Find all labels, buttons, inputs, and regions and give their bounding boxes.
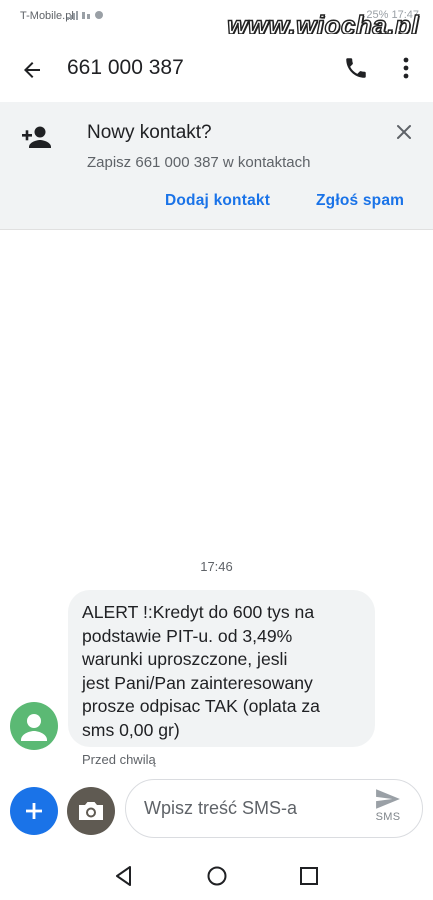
message-line: ALERT !:Kredyt do 600 tys na [82,602,315,622]
close-icon [397,125,411,139]
message-line: podstawie PIT-u. od 3,49% [82,625,293,646]
sender-avatar[interactable] [10,702,58,750]
person-icon [21,714,47,741]
back-button[interactable] [16,54,48,86]
send-icon [376,789,400,809]
banner-title: Nowy kontakt? [87,122,212,143]
more-vertical-icon [403,57,409,79]
nav-back-icon[interactable] [112,864,136,888]
more-options-button[interactable] [392,52,420,84]
person-add-icon [22,126,51,148]
message-input[interactable] [144,780,354,837]
system-nav-bar [0,850,433,900]
message-line: warunki uproszczone, jesli [82,649,288,669]
new-contact-banner: Nowy kontakt? Zapisz 661 000 387 w konta… [0,102,433,230]
camera-button[interactable] [67,787,115,835]
send-sms-button[interactable]: SMS [366,788,410,832]
signal-icon [67,11,103,20]
add-contact-button[interactable]: Dodaj kontakt [165,192,270,210]
nav-home-icon[interactable] [205,864,229,888]
compose-box: SMS [125,779,423,838]
message-status: Przed chwilą [82,752,156,767]
plus-icon [26,803,42,819]
phone-icon [346,58,366,78]
add-attachment-button[interactable] [10,787,58,835]
status-bar: T-Mobile.pl 25% 17:47 www.wiocha.pl [0,0,433,41]
message-bubble[interactable]: ALERT !:Kredyt do 600 tys na podstawie P… [68,590,375,747]
message-line: prosze odpisac TAK (oplata za [82,696,320,716]
camera-icon [79,802,103,820]
message-timestamp: 17:46 [200,559,233,574]
message-line: sms 0,00 gr) [82,719,180,740]
close-banner-button[interactable] [392,120,416,144]
message-line: jest Pani/Pan zainteresowany [82,672,313,693]
call-button[interactable] [340,52,372,84]
status-notification-icons [66,9,106,24]
send-label: SMS [375,811,401,823]
arrow-left-icon [24,62,40,78]
report-spam-button[interactable]: Zgłoś spam [316,192,404,210]
app-bar: 661 000 387 [0,34,433,102]
banner-subtitle: Zapisz 661 000 387 w kontaktach [87,154,311,171]
nav-recents-icon[interactable] [297,864,321,888]
conversation-title: 661 000 387 [67,56,184,79]
